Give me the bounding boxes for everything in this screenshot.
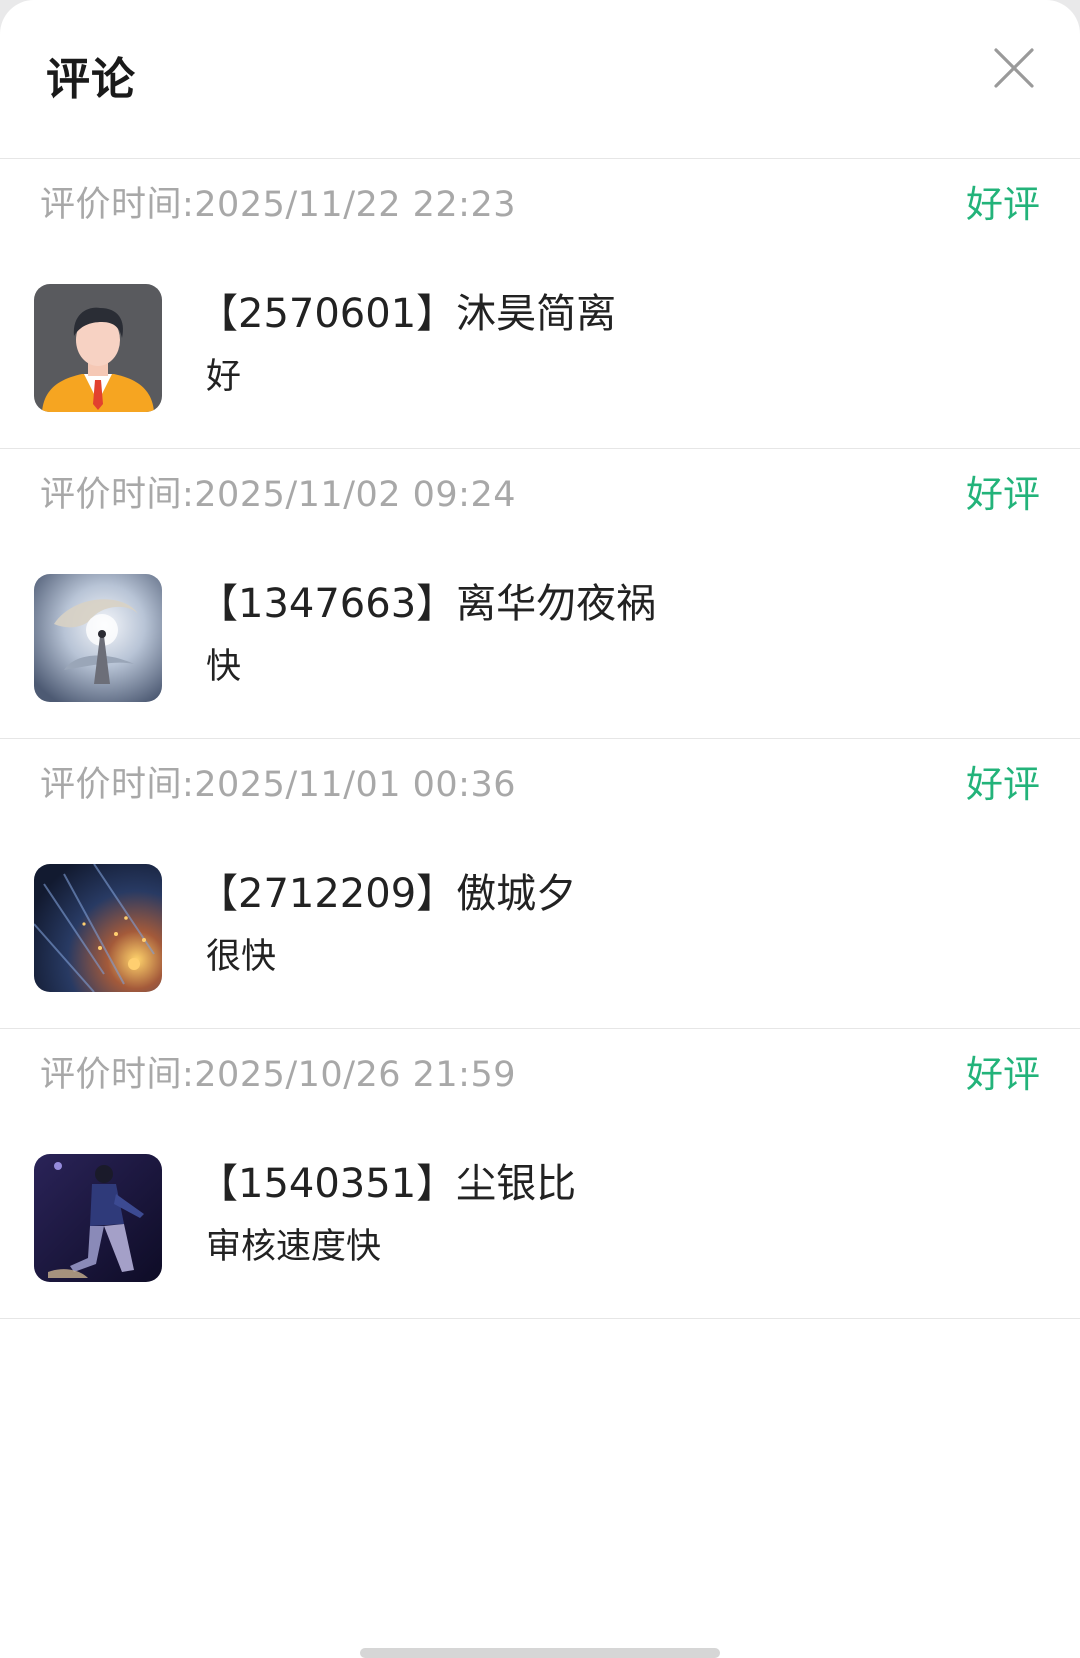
review-rating-badge: 好评 (966, 1053, 1040, 1096)
user-avatar[interactable] (34, 574, 162, 702)
review-content: 好 (206, 357, 242, 397)
review-item: 评价时间:2025/11/22 22:23 好评 【2570601】沐昊简离 好 (0, 159, 1080, 449)
user-avatar[interactable] (34, 864, 162, 992)
review-content: 快 (206, 647, 242, 687)
review-list: 评价时间:2025/11/22 22:23 好评 【2570601】沐昊简离 好… (0, 159, 1080, 1319)
review-rating-badge: 好评 (966, 183, 1040, 226)
review-item: 评价时间:2025/11/02 09:24 好评 【1347663】离华勿夜祸 … (0, 449, 1080, 739)
review-content: 审核速度快 (206, 1227, 382, 1267)
review-content: 很快 (206, 937, 277, 977)
sheet-title: 评论 (46, 54, 136, 105)
review-item: 评价时间:2025/10/26 21:59 好评 【1540351】尘银比 审核… (0, 1029, 1080, 1319)
review-username[interactable]: 【2712209】傲城夕 (198, 867, 576, 921)
review-time: 评价时间:2025/11/02 09:24 (40, 475, 517, 515)
comments-sheet: 评论 评价时间:2025/11/22 22:23 好评 【2570601】沐昊简… (0, 0, 1080, 1658)
review-time: 评价时间:2025/10/26 21:59 (40, 1055, 517, 1095)
user-avatar[interactable] (34, 1154, 162, 1282)
review-username[interactable]: 【1347663】离华勿夜祸 (198, 577, 656, 631)
review-rating-badge: 好评 (966, 763, 1040, 806)
review-item: 评价时间:2025/11/01 00:36 好评 【2712209】傲城夕 很快 (0, 739, 1080, 1029)
review-username[interactable]: 【2570601】沐昊简离 (198, 287, 616, 341)
review-username[interactable]: 【1540351】尘银比 (198, 1157, 576, 1211)
dancer-photo-avatar-icon (34, 1154, 162, 1282)
home-indicator-bar[interactable] (360, 1648, 720, 1658)
close-icon (994, 48, 1034, 88)
review-time: 评价时间:2025/11/01 00:36 (40, 765, 517, 805)
dragon-art-avatar-icon (34, 574, 162, 702)
sparkle-art-avatar-icon (34, 864, 162, 992)
sheet-header: 评论 (0, 0, 1080, 159)
review-time: 评价时间:2025/11/22 22:23 (40, 185, 517, 225)
close-button[interactable] (990, 44, 1038, 92)
review-rating-badge: 好评 (966, 473, 1040, 516)
user-avatar[interactable] (34, 284, 162, 412)
default-person-avatar-icon (34, 284, 162, 412)
